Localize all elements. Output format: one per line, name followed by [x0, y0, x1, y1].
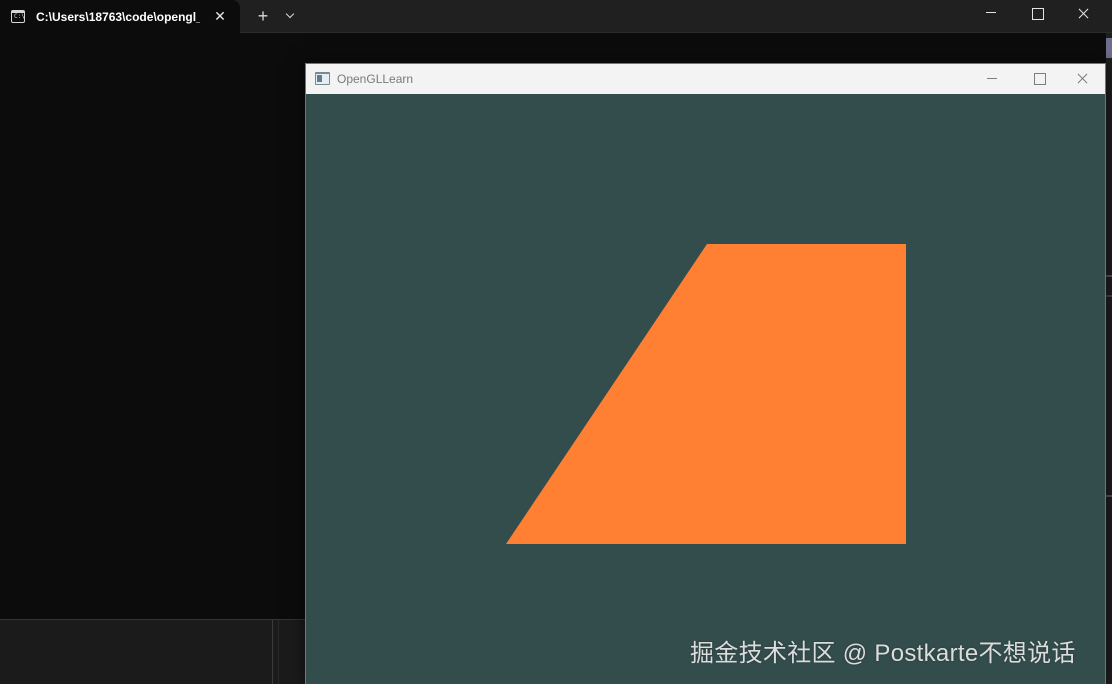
opengl-window: OpenGLLearn [305, 63, 1106, 684]
taskbar-area [0, 619, 306, 684]
background-window-edge [1106, 33, 1112, 684]
terminal-close-button[interactable] [1060, 0, 1106, 28]
divider [1106, 495, 1112, 497]
accent-bar [1106, 38, 1112, 58]
terminal-maximize-button[interactable] [1014, 0, 1060, 28]
tab-terminal[interactable]: C:\ C:\Users\18763\code\opengl_p ✕ [0, 0, 240, 33]
divider [272, 620, 273, 684]
terminal-minimize-button[interactable] [968, 0, 1014, 28]
tab-dropdown-button[interactable] [283, 8, 299, 24]
orange-trapezoid [506, 244, 906, 544]
divider [278, 620, 279, 684]
tab-title: C:\Users\18763\code\opengl_p [36, 10, 200, 24]
window-title: OpenGLLearn [337, 72, 414, 86]
watermark: 掘金技术社区 @ Postkarte不想说话 [690, 640, 1076, 667]
divider [1106, 275, 1112, 277]
minimize-button[interactable] [969, 64, 1015, 94]
terminal-titlebar: C:\ C:\Users\18763\code\opengl_p ✕ + [0, 0, 1112, 33]
console-icon: C:\ [11, 10, 25, 23]
new-tab-button[interactable]: + [254, 7, 272, 25]
opengl-titlebar[interactable]: OpenGLLearn [306, 64, 1105, 94]
close-button[interactable] [1060, 64, 1106, 94]
app-window-icon [315, 72, 330, 85]
divider [1106, 295, 1112, 297]
render-canvas[interactable] [306, 94, 1105, 684]
scene-svg [506, 244, 906, 544]
maximize-button[interactable] [1015, 64, 1061, 94]
tab-close-button[interactable]: ✕ [212, 8, 228, 24]
